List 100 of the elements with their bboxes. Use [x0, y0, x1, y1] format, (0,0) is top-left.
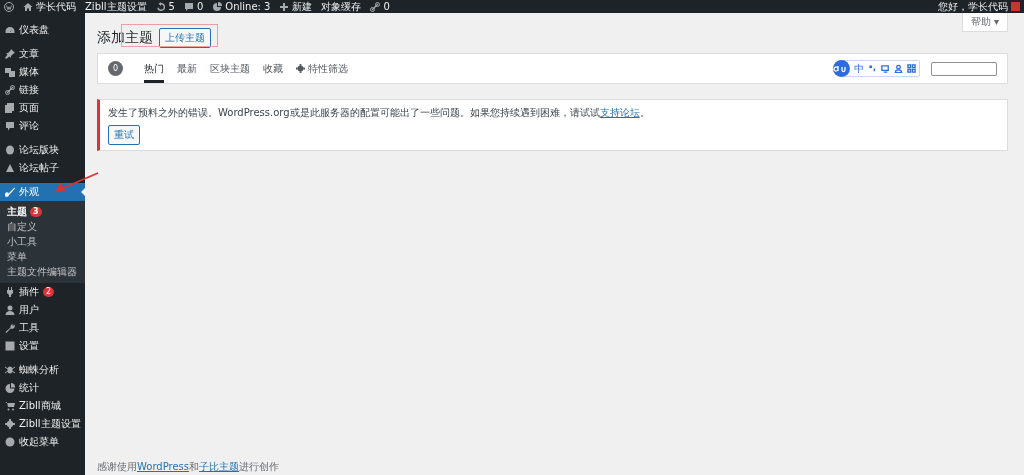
count-badge: 2 [43, 287, 55, 297]
count-badge: 3 [30, 206, 42, 217]
brush-icon [5, 187, 15, 197]
help-tab[interactable]: 帮助 ▾ [961, 13, 1008, 32]
menu-label: 文章 [19, 47, 39, 61]
sidebar-item[interactable]: 评论 [0, 117, 85, 135]
sidebar-item[interactable]: Zibll商城 [0, 397, 85, 415]
link-icon [5, 85, 15, 95]
submenu-label: 小工具 [7, 235, 37, 249]
admin-bar-link[interactable]: 新建 [292, 0, 313, 13]
refresh-icon [155, 1, 166, 12]
user-icon [5, 305, 15, 315]
account-link[interactable]: 您好，学长代码 [938, 0, 1008, 13]
menu-label: Zibll主题设置 [19, 417, 81, 431]
link-icon [370, 1, 381, 12]
grid-icon[interactable] [907, 64, 916, 73]
footer-link[interactable]: 子比主题 [199, 461, 240, 472]
admin-bar-link[interactable]: 0 [383, 0, 390, 13]
pie-chart-icon [212, 1, 223, 12]
submenu-item[interactable]: 主题 3 [0, 204, 85, 219]
sidebar-item[interactable]: 统计 [0, 379, 85, 397]
sidebar-item[interactable]: 工具 [0, 319, 85, 337]
avatar [1011, 2, 1020, 11]
menu-label: 统计 [19, 381, 39, 395]
submenu-label: 自定义 [7, 220, 37, 234]
speech-bubble-icon [5, 121, 15, 131]
submenu-item[interactable]: 小工具 [0, 234, 85, 249]
menu-label: 论坛版块 [19, 143, 59, 157]
plus-icon [279, 1, 290, 12]
menu-label: 蜘蛛分析 [19, 363, 59, 377]
admin-bar-link[interactable]: 对象缓存 [321, 0, 362, 13]
filter-tab[interactable]: 收藏 [263, 54, 283, 83]
sidebar-item[interactable]: 论坛帖子 [0, 159, 85, 177]
wrench-icon [5, 323, 15, 333]
footer-text: 感谢使用WordPress和子比主题进行创作 [97, 460, 281, 474]
menu-label: 设置 [19, 339, 39, 353]
punctuation-icon[interactable] [868, 64, 877, 73]
gauge-icon [5, 25, 15, 35]
sidebar-item[interactable]: 仪表盘 [0, 21, 85, 39]
count-badge: 0 [108, 61, 123, 76]
house-icon [23, 1, 33, 12]
admin-bar-link[interactable]: 5 [168, 0, 175, 13]
submenu-label: 菜单 [7, 250, 27, 264]
sidebar-item[interactable]: 蜘蛛分析 [0, 361, 85, 379]
speech-bubble-icon [183, 1, 194, 12]
retry-button[interactable]: 重试 [108, 125, 140, 145]
sidebar-item[interactable]: 论坛版块 [0, 141, 85, 159]
sidebar-item[interactable]: 用户 [0, 301, 85, 319]
cup-icon[interactable] [881, 64, 890, 73]
sidebar-item[interactable]: 页面 [0, 99, 85, 117]
support-forum-link[interactable]: 支持论坛 [599, 107, 640, 118]
filter-tab[interactable]: 区块主题 [210, 54, 250, 83]
search-field[interactable] [931, 61, 997, 76]
plug-icon [5, 287, 15, 297]
admin-bar-link[interactable]: Zibll主题设置 [85, 0, 147, 13]
menu-label: 评论 [19, 119, 39, 133]
menu-label: 媒体 [19, 65, 39, 79]
submenu-item[interactable]: 主题文件编辑器 [0, 264, 85, 279]
menu-label: 仪表盘 [19, 23, 49, 37]
upload-button[interactable]: 上传主题 [159, 28, 211, 48]
sidebar-item[interactable]: 文章 [0, 45, 85, 63]
annotation-arrow [55, 172, 99, 194]
menu-label: 外观 [19, 185, 39, 199]
pushpin-icon [5, 49, 15, 59]
submenu-label: 主题 [7, 205, 27, 219]
menu-label: 收起菜单 [19, 435, 59, 449]
sidebar-item[interactable]: 插件 2 [0, 283, 85, 301]
error-message: 发生了预料之外的错误。WordPress.org或是此服务器的配置可能出了一些问题。如果您持续遇到困难，请试试支持论坛。 [108, 106, 650, 120]
sidebar-item[interactable]: 设置 [0, 337, 85, 355]
spider-icon [5, 365, 15, 375]
filter-tab[interactable]: 最新 [177, 54, 197, 83]
cart-icon [5, 401, 15, 411]
menu-label: 插件 [19, 285, 39, 299]
submenu-item[interactable]: 自定义 [0, 219, 85, 234]
sidebar-item[interactable]: 链接 [0, 81, 85, 99]
sidebar-item[interactable]: 外观 [0, 183, 85, 201]
person-icon[interactable] [894, 64, 903, 73]
page-title: 添加主题 [97, 29, 153, 47]
menu-label: 页面 [19, 101, 39, 115]
pages-icon [5, 103, 15, 113]
admin-bar-link[interactable]: 0 [196, 0, 204, 13]
ime-mode-button[interactable]: 中 [854, 61, 864, 76]
sidebar-item[interactable]: 媒体 [0, 63, 85, 81]
wordpress-logo[interactable] [4, 1, 14, 12]
menu-label: 链接 [19, 83, 39, 97]
circle-icon [5, 437, 15, 447]
menu-label: 用户 [19, 303, 39, 317]
pie-chart-icon [5, 383, 15, 393]
feature-filter-link[interactable]: 特性筛选 [296, 61, 348, 76]
filter-tab[interactable]: 热门 [144, 54, 164, 83]
submenu-label: 主题文件编辑器 [7, 265, 77, 279]
sidebar-item[interactable]: Zibll主题设置 [0, 415, 85, 433]
submenu-item[interactable]: 菜单 [0, 249, 85, 264]
sidebar-item[interactable]: 收起菜单 [0, 433, 85, 451]
media-icon [5, 67, 15, 77]
admin-bar-link[interactable]: Online: 3 [225, 0, 271, 13]
menu-label: Zibll商城 [19, 399, 61, 413]
admin-bar-link[interactable]: 学长代码 [36, 0, 76, 13]
footer-link[interactable]: WordPress [137, 461, 190, 472]
ime-logo-icon[interactable] [833, 60, 850, 77]
